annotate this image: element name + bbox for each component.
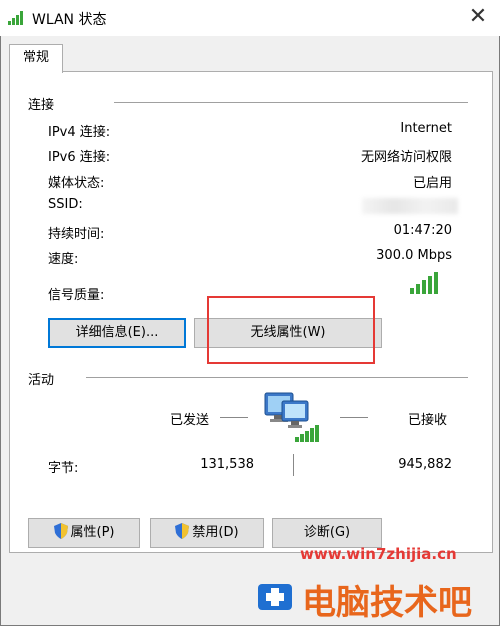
watermark-url: www.win7zhijia.cn	[300, 545, 457, 563]
speed-label: 速度:	[48, 252, 79, 267]
activity-section-title: 活动	[28, 373, 55, 388]
diagnose-button[interactable]: 诊断(G)	[272, 518, 382, 548]
connection-divider	[114, 102, 468, 103]
signal-strength-icon	[410, 272, 438, 294]
signal-icon	[8, 11, 23, 25]
properties-button-label: 属性(P)	[70, 525, 115, 540]
highlight-annotation	[207, 296, 375, 364]
uac-shield-icon	[53, 523, 68, 539]
bytes-divider	[293, 454, 294, 476]
details-button[interactable]: 详细信息(E)...	[48, 318, 186, 348]
duration-value: 01:47:20	[393, 223, 452, 238]
uac-shield-icon	[175, 523, 190, 539]
title-bar: WLAN 状态 ✕	[0, 0, 500, 36]
close-icon[interactable]: ✕	[462, 3, 494, 31]
speed-value: 300.0 Mbps	[376, 248, 452, 263]
bytes-received-value: 945,882	[398, 457, 452, 472]
activity-divider	[86, 377, 468, 378]
disable-button-label: 禁用(D)	[192, 525, 239, 540]
watermark-text: 电脑技术吧	[302, 584, 472, 622]
disable-button[interactable]: 禁用(D)	[150, 518, 264, 548]
bytes-sent-value: 131,538	[200, 457, 254, 472]
signal-quality-label: 信号质量:	[48, 288, 105, 303]
watermark-logo: 电脑技术吧	[258, 584, 472, 622]
ipv6-label: IPv6 连接:	[48, 150, 111, 165]
ssid-label: SSID:	[48, 197, 83, 212]
sent-line	[220, 417, 248, 418]
ipv6-value: 无网络访问权限	[360, 150, 452, 165]
received-line	[340, 417, 368, 418]
media-state-label: 媒体状态:	[48, 176, 105, 191]
received-label: 已接收	[408, 413, 448, 428]
duration-label: 持续时间:	[48, 227, 105, 242]
ipv4-value: Internet	[400, 121, 452, 136]
ipv4-label: IPv4 连接:	[48, 125, 111, 140]
properties-button[interactable]: 属性(P)	[28, 518, 140, 548]
window-title: WLAN 状态	[32, 12, 107, 28]
bytes-label: 字节:	[48, 461, 79, 476]
ssid-redacted	[362, 198, 458, 214]
network-computers-icon	[264, 392, 319, 442]
tab-general[interactable]: 常规	[9, 44, 63, 73]
sent-label: 已发送	[170, 413, 210, 428]
media-state-value: 已启用	[412, 176, 452, 191]
connection-section-title: 连接	[28, 98, 55, 113]
